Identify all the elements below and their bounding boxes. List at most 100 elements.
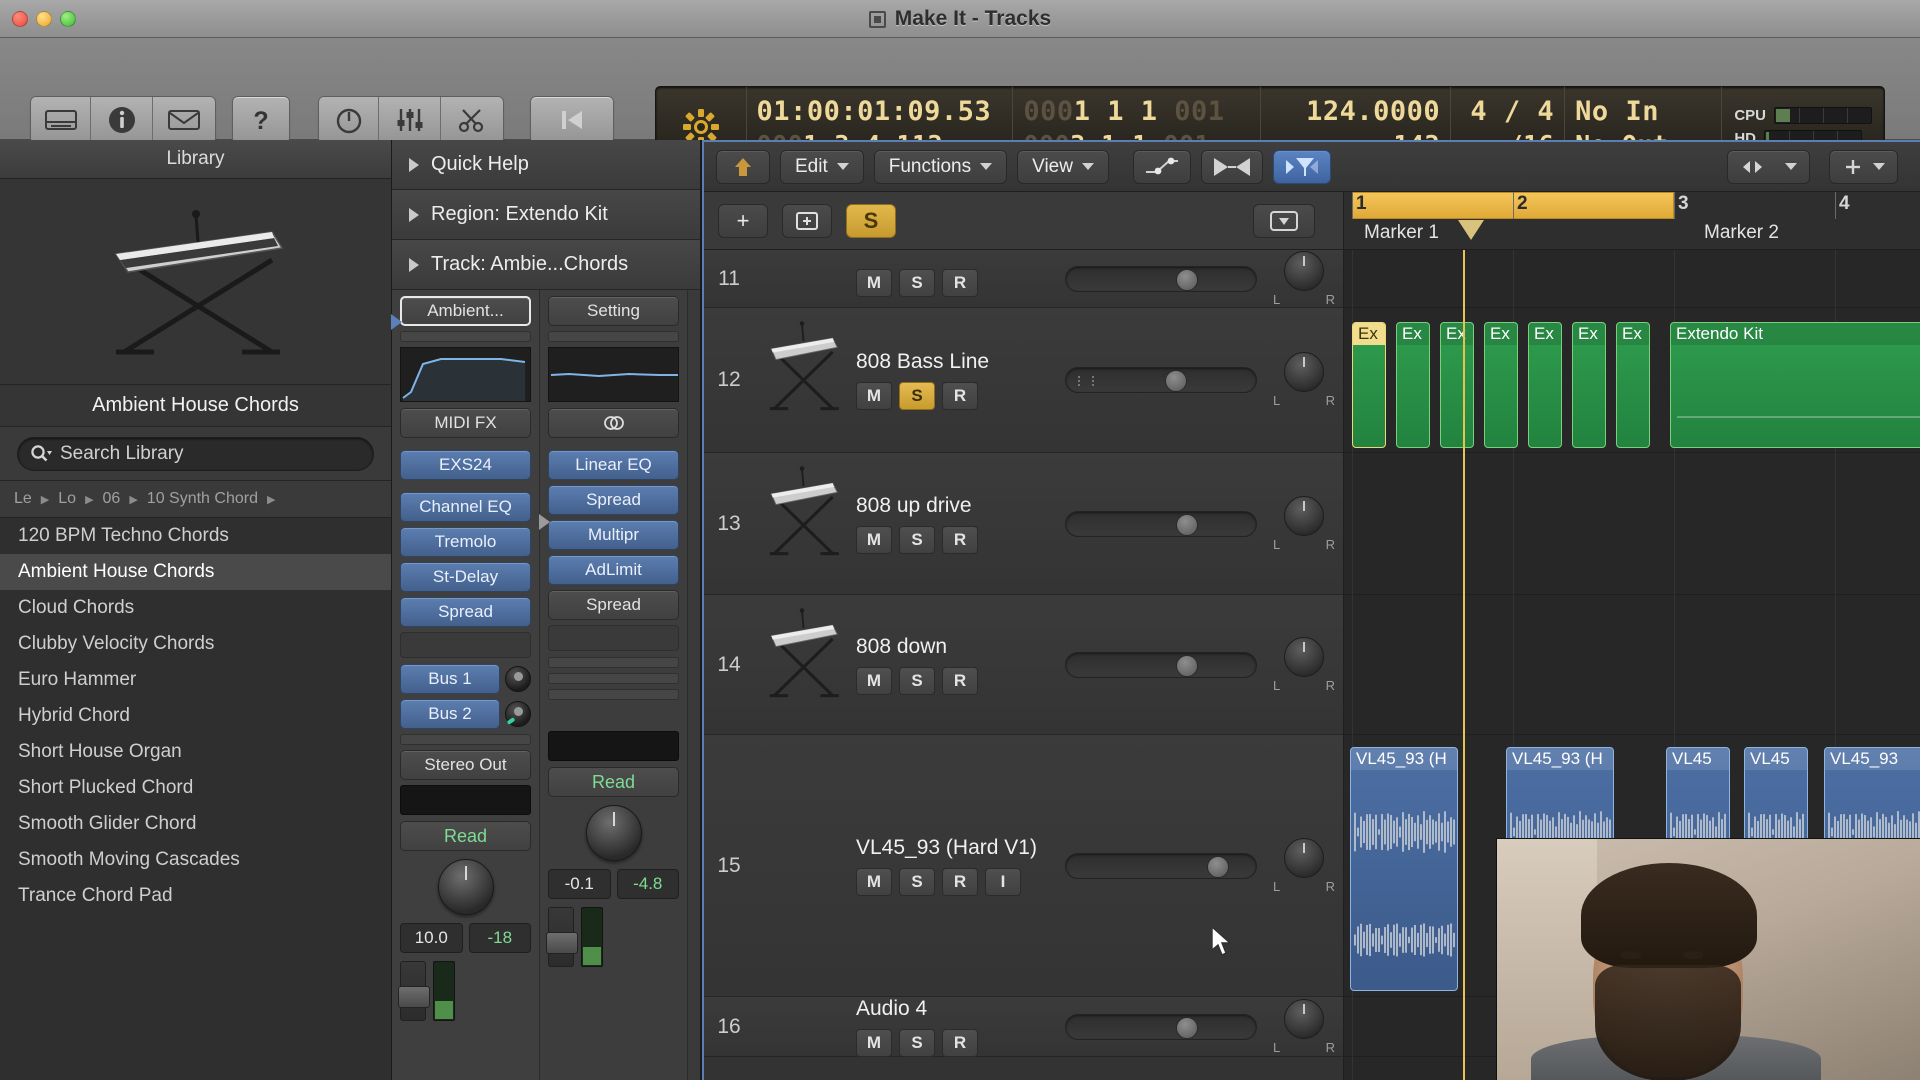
strip-b-volume-fader[interactable] — [546, 907, 578, 967]
fader-zone[interactable] — [398, 961, 531, 1021]
library-list-item[interactable]: Short House Organ — [0, 734, 391, 770]
automation-button[interactable] — [1132, 149, 1191, 184]
strip-b-volume-value[interactable]: -4.8 — [616, 869, 679, 899]
strip-b-setting-button[interactable]: Setting — [548, 296, 679, 326]
flex-button[interactable] — [1200, 149, 1263, 184]
keyboard-stand-icon[interactable] — [754, 308, 850, 452]
inspector-region[interactable]: Region: Extendo Kit — [392, 190, 700, 240]
insert-slot-2[interactable]: St-Delay — [400, 562, 531, 592]
track-mute-button[interactable]: M — [856, 268, 892, 297]
strip-b-insert-empty[interactable] — [548, 625, 679, 651]
strip-b-insert-3[interactable]: AdLimit — [548, 555, 679, 585]
volume-value[interactable]: -18 — [468, 923, 531, 953]
track-solo-button[interactable]: S — [899, 867, 935, 896]
track-name[interactable]: 808 up drive — [856, 494, 1065, 518]
inspector-track[interactable]: Track: Ambie...Chords — [392, 240, 700, 290]
track-volume[interactable] — [1065, 1013, 1265, 1040]
track-buttons[interactable]: MSRI — [856, 867, 1065, 896]
insert-slot-empty[interactable] — [400, 632, 531, 658]
midi-region[interactable]: Ex — [1572, 322, 1606, 448]
strip-b-automation-button[interactable]: Read — [548, 767, 679, 797]
keyboard-stand-icon[interactable] — [754, 453, 850, 594]
track-pan[interactable]: LR — [1265, 998, 1343, 1055]
strip-b-insert-2[interactable]: Multipr — [548, 520, 679, 550]
track-solo-button[interactable]: S — [899, 666, 935, 695]
playhead-handle[interactable] — [1458, 220, 1484, 240]
pan-knob[interactable] — [1284, 636, 1324, 677]
strip-b-send-empty-1[interactable] — [548, 673, 679, 684]
track-rec-button[interactable]: R — [942, 1028, 978, 1057]
track-volume[interactable] — [1065, 852, 1265, 879]
send-row-1[interactable]: Bus 2 — [400, 699, 531, 729]
pan-value[interactable]: 10.0 — [400, 923, 463, 953]
track-solo-button[interactable]: S — [899, 268, 935, 297]
strip-b-insert-0[interactable]: Linear EQ — [548, 450, 679, 480]
audio-waveform-icon[interactable] — [754, 735, 850, 996]
track-mute-button[interactable]: M — [856, 1028, 892, 1057]
inspector-quick-help[interactable]: Quick Help — [392, 140, 700, 190]
track-volume[interactable] — [1065, 651, 1265, 678]
track-name[interactable]: 808 Bass Line — [856, 350, 1065, 374]
go-to-beginning-button[interactable] — [530, 96, 614, 144]
track-mute-button[interactable]: M — [856, 525, 892, 554]
pan-knob[interactable] — [1284, 837, 1324, 878]
track-name[interactable]: 808 down — [856, 635, 1065, 659]
midi-region[interactable]: Ex — [1616, 322, 1650, 448]
group-slot[interactable] — [400, 785, 531, 815]
track-volume[interactable] — [1065, 367, 1265, 393]
track-pan[interactable]: LR — [1265, 495, 1343, 552]
track-name[interactable]: Audio 4 — [856, 997, 1065, 1021]
track-config-button[interactable] — [1253, 203, 1315, 238]
add-track-button[interactable]: + — [718, 203, 768, 238]
track-header[interactable]: 15 VL45_93 (Hard V1) M S R I L R — [704, 735, 1343, 997]
track-headers[interactable]: 11 M S R L R 12 808 Bass Line M S R L R 13 808 up driv… — [704, 250, 1344, 1080]
midi-region[interactable]: Ex — [1440, 322, 1474, 448]
solo-all-button[interactable]: S — [846, 203, 896, 238]
breadcrumb-item-3[interactable]: 10 Synth Chord — [147, 490, 258, 508]
inspector-button[interactable] — [91, 97, 153, 143]
strip-b-send-empty-2[interactable] — [548, 689, 679, 700]
send-slot-0[interactable]: Bus 1 — [400, 664, 500, 694]
notes-button[interactable] — [153, 97, 215, 143]
strip-values[interactable]: 10.0 -18 — [400, 923, 531, 953]
library-list[interactable]: 120 BPM Techno Chords Ambient House Chord… — [0, 518, 391, 914]
library-list-item[interactable]: 120 BPM Techno Chords — [0, 518, 391, 554]
track-buttons[interactable]: MSR — [856, 268, 1065, 297]
strip-b-stereo-slot[interactable] — [548, 408, 679, 438]
track-header[interactable]: 12 808 Bass Line M S R L R — [704, 308, 1343, 453]
track-solo-button[interactable]: S — [899, 1028, 935, 1057]
breadcrumb[interactable]: Le ▶ Lo ▶ 06 ▶ 10 Synth Chord ▶ — [0, 481, 391, 518]
send-row-0[interactable]: Bus 1 — [400, 664, 531, 694]
audio-waveform-icon[interactable] — [754, 997, 850, 1056]
track-header[interactable]: 14 808 down M S R L R — [704, 595, 1343, 735]
track-buttons[interactable]: MSR — [856, 666, 1065, 695]
marker-label[interactable]: Marker 1 — [1364, 222, 1439, 244]
track-rec-button[interactable]: R — [942, 867, 978, 896]
library-list-item[interactable]: Trance Chord Pad — [0, 878, 391, 914]
track-rec-button[interactable]: R — [942, 525, 978, 554]
track-buttons[interactable]: MSR — [856, 1028, 1065, 1057]
send-level-knob-0[interactable] — [505, 666, 531, 692]
track-volume[interactable] — [1065, 510, 1265, 537]
volume-slider[interactable] — [1065, 651, 1257, 678]
automation-mode-button[interactable]: Read — [400, 821, 531, 851]
track-rec-button[interactable]: R — [942, 382, 978, 410]
track-pan[interactable]: LR — [1265, 636, 1343, 693]
pan-knob[interactable] — [1284, 352, 1324, 392]
menu-functions[interactable]: Functions — [873, 149, 1008, 184]
marker-lane[interactable]: Marker 1 Marker 2 — [1344, 219, 1920, 250]
insert-slot-1[interactable]: Tremolo — [400, 527, 531, 557]
track-mute-button[interactable]: M — [856, 867, 892, 896]
keyboard-stand-icon[interactable] — [754, 595, 850, 734]
track-rec-button[interactable]: R — [942, 268, 978, 297]
library-list-item[interactable]: Ambient House Chords — [0, 554, 391, 590]
track-pan[interactable]: LR — [1265, 837, 1343, 894]
track-mute-button[interactable]: M — [856, 666, 892, 695]
track-mute-button[interactable]: M — [856, 382, 892, 410]
strip-b-pan-value[interactable]: -0.1 — [548, 869, 611, 899]
playhead[interactable] — [1463, 250, 1465, 1080]
library-list-item[interactable]: Smooth Glider Chord — [0, 806, 391, 842]
library-list-item[interactable]: Clubby Velocity Chords — [0, 626, 391, 662]
editors-button[interactable] — [441, 97, 503, 143]
volume-slider[interactable] — [1065, 265, 1257, 292]
